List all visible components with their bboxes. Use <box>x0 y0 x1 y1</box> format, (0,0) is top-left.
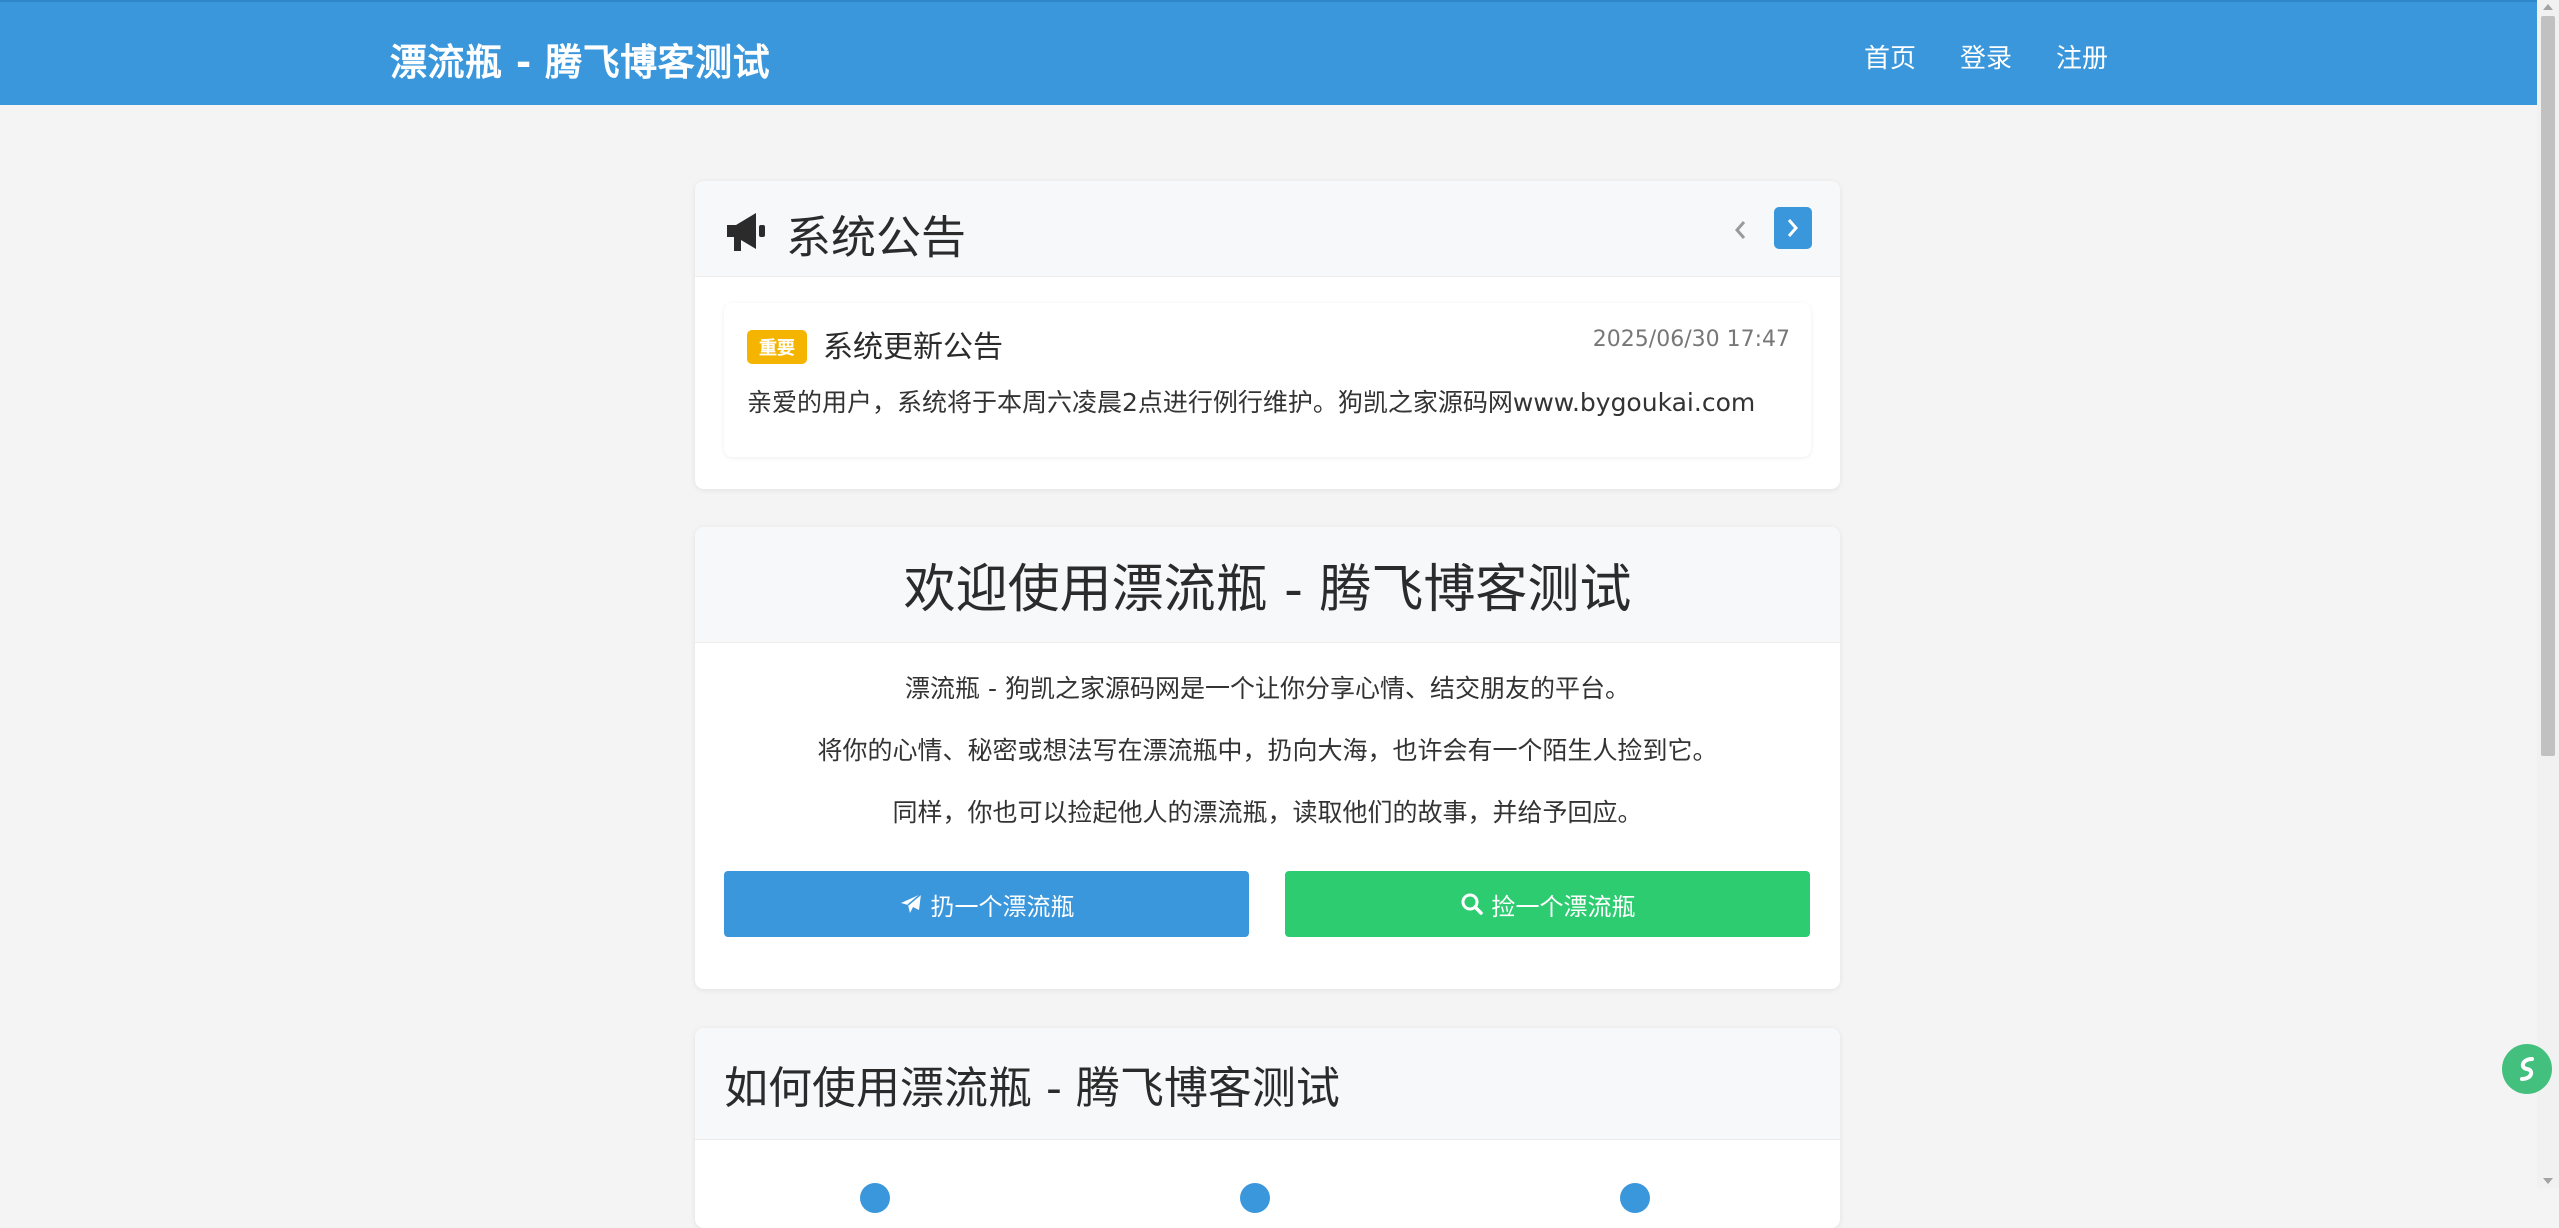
pick-bottle-button[interactable]: 捡一个漂流瓶 <box>1285 871 1810 937</box>
announcement-card: 系统公告 重要 系统更新公告 2025/06/30 17:47 亲爱的用户，系统… <box>695 181 1840 489</box>
announcement-item-title: 系统更新公告 <box>823 330 1003 365</box>
welcome-description: 漂流瓶 - 狗凯之家源码网是一个让你分享心情、结交朋友的平台。 将你的心情、秘密… <box>695 671 1840 857</box>
floating-assistant-icon[interactable] <box>2502 1044 2552 1094</box>
howto-title: 如何使用漂流瓶 - 腾飞博客测试 <box>724 1062 1340 1114</box>
welcome-header: 欢迎使用漂流瓶 - 腾飞博客测试 <box>695 527 1840 643</box>
announcement-header: 系统公告 <box>695 181 1840 277</box>
search-icon <box>1461 893 1483 915</box>
top-navbar: 漂流瓶 - 腾飞博客测试 首页 登录 注册 <box>0 0 2537 105</box>
next-announcement-button[interactable] <box>1774 207 1812 249</box>
nav-links: 首页 登录 注册 <box>1864 38 2108 75</box>
welcome-line: 将你的心情、秘密或想法写在漂流瓶中，扔向大海，也许会有一个陌生人捡到它。 <box>817 736 1718 765</box>
announcement-title: 系统公告 <box>786 211 967 264</box>
welcome-line: 漂流瓶 - 狗凯之家源码网是一个让你分享心情、结交朋友的平台。 <box>905 674 1630 703</box>
throw-bottle-label: 扔一个漂流瓶 <box>930 892 1075 921</box>
prev-announcement-button[interactable] <box>1725 211 1755 249</box>
nav-link-register[interactable]: 注册 <box>2056 38 2108 75</box>
howto-header: 如何使用漂流瓶 - 腾飞博客测试 <box>695 1028 1840 1140</box>
pick-bottle-label: 捡一个漂流瓶 <box>1491 892 1636 921</box>
howto-card: 如何使用漂流瓶 - 腾飞博客测试 <box>695 1028 1840 1228</box>
nav-link-login[interactable]: 登录 <box>1960 38 2012 75</box>
action-buttons: 扔一个漂流瓶 捡一个漂流瓶 <box>724 871 1810 937</box>
announcement-item[interactable]: 重要 系统更新公告 2025/06/30 17:47 亲爱的用户，系统将于本周六… <box>724 303 1811 457</box>
announcement-body: 亲爱的用户，系统将于本周六凌晨2点进行例行维护。狗凯之家源码网www.bygou… <box>747 388 1756 417</box>
welcome-card: 欢迎使用漂流瓶 - 腾飞博客测试 漂流瓶 - 狗凯之家源码网是一个让你分享心情、… <box>695 527 1840 989</box>
nav-link-home[interactable]: 首页 <box>1864 38 1916 75</box>
paper-plane-icon <box>900 893 921 913</box>
chevron-right-icon <box>1787 219 1798 237</box>
announcement-date: 2025/06/30 17:47 <box>1592 327 1790 352</box>
page-scrollbar[interactable] <box>2537 0 2559 1188</box>
scroll-down-arrow-icon[interactable] <box>2543 1178 2553 1184</box>
chevron-left-icon <box>1735 221 1746 239</box>
announcement-title-group: 系统公告 <box>724 201 966 266</box>
bullhorn-icon <box>724 211 772 257</box>
important-badge: 重要 <box>747 330 807 364</box>
welcome-title: 欢迎使用漂流瓶 - 腾飞博客测试 <box>903 560 1632 620</box>
scroll-thumb[interactable] <box>2541 16 2555 756</box>
site-brand[interactable]: 漂流瓶 - 腾飞博客测试 <box>390 32 770 86</box>
scroll-up-arrow-icon[interactable] <box>2543 4 2553 10</box>
throw-bottle-button[interactable]: 扔一个漂流瓶 <box>724 871 1249 937</box>
welcome-line: 同样，你也可以捡起他人的漂流瓶，读取他们的故事，并给予回应。 <box>892 798 1643 827</box>
